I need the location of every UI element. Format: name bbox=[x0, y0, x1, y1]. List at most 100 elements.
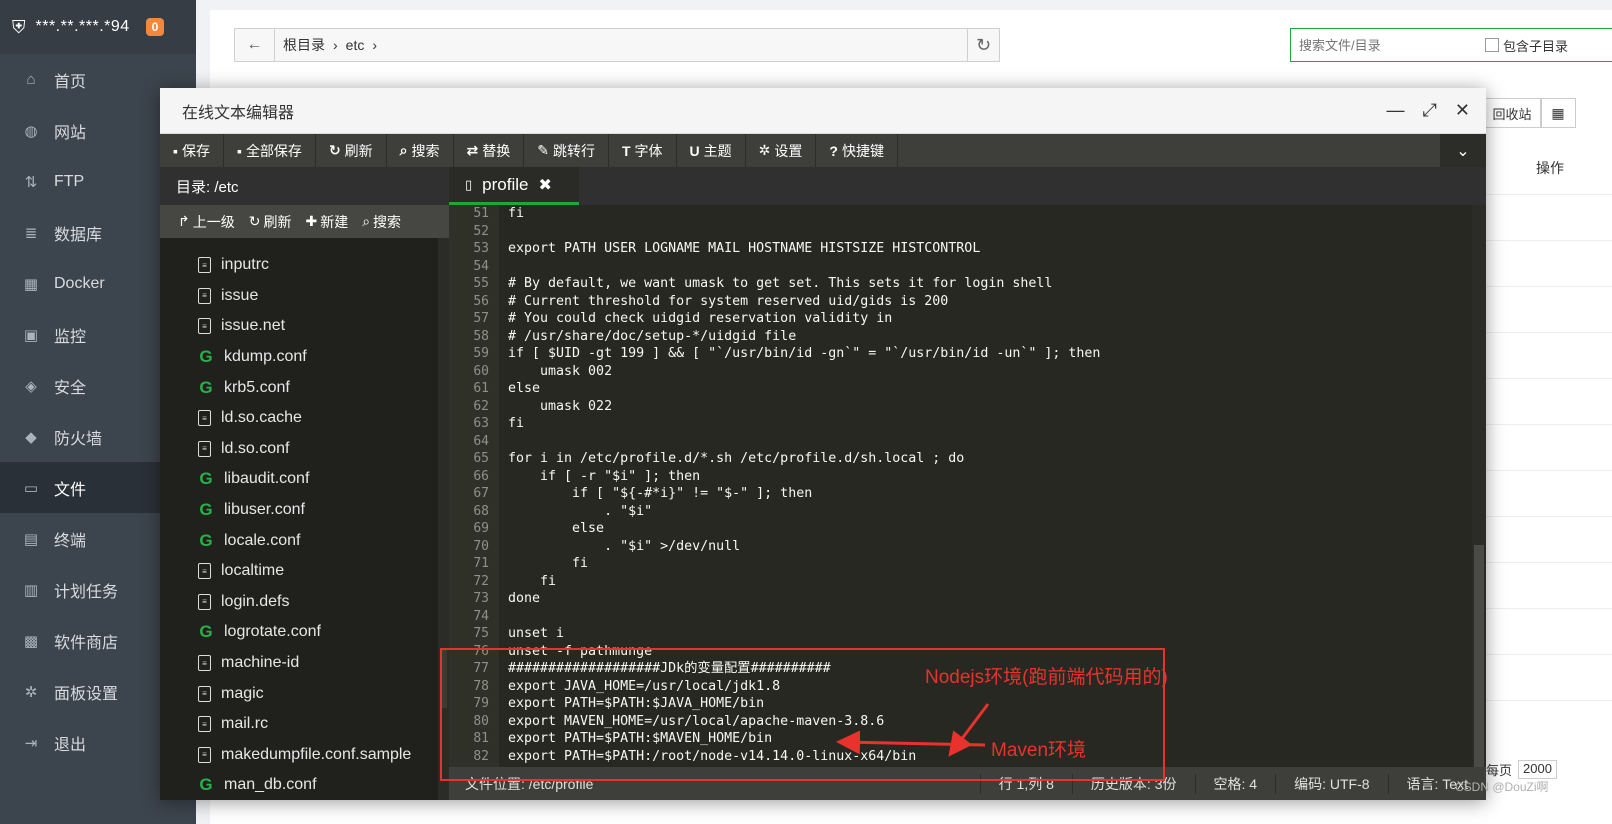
toolbar-button-1[interactable]: ▪ 全部保存 bbox=[224, 134, 316, 167]
apps-icon: ▩ bbox=[23, 632, 39, 650]
file-name: mail.rc bbox=[221, 715, 269, 733]
table-row bbox=[1486, 424, 1612, 425]
file-name: ld.so.conf bbox=[221, 439, 290, 457]
file-item[interactable]: ≡ issue bbox=[160, 281, 438, 312]
code-line: export PATH USER LOGNAME MAIL HOSTNAME H… bbox=[508, 241, 981, 256]
font-icon: T bbox=[621, 142, 631, 159]
code-line: # Current threshold for system reserved … bbox=[508, 293, 949, 309]
toolbar-button-0[interactable]: ▪ 保存 bbox=[160, 134, 224, 167]
document-icon: ≡ bbox=[198, 257, 211, 274]
config-file-icon: G bbox=[199, 530, 213, 550]
table-row bbox=[1486, 608, 1612, 609]
line-number: 68 bbox=[473, 503, 489, 519]
notification-badge[interactable]: 0 bbox=[145, 18, 165, 36]
annotation-nodejs-label: Nodejs环境(跑前端代码用的) bbox=[925, 667, 1168, 688]
close-icon[interactable]: ✕ bbox=[1455, 100, 1470, 121]
toolbar-button-6[interactable]: T 字体 bbox=[609, 134, 677, 167]
file-item[interactable]: Gman_db.conf bbox=[160, 770, 438, 800]
file-item[interactable]: ≡ inputrc bbox=[160, 250, 438, 281]
toolbar-button-4[interactable]: ⇄ 替换 bbox=[454, 134, 525, 167]
config-file-icon: G bbox=[199, 622, 213, 642]
path-refresh-button[interactable]: ↻ bbox=[967, 29, 999, 61]
dir-action-label: 上一级 bbox=[192, 213, 235, 230]
file-item[interactable]: Gkdump.conf bbox=[160, 342, 438, 373]
file-name: login.defs bbox=[221, 592, 290, 610]
config-file-icon: G bbox=[199, 775, 213, 795]
chevron-right-icon: › bbox=[372, 37, 378, 53]
line-number: 71 bbox=[473, 556, 489, 571]
tab-profile[interactable]: ▯ profile ✖ bbox=[449, 167, 579, 205]
annotation-arrows bbox=[836, 703, 990, 757]
toolbar-button-8[interactable]: ✲ 设置 bbox=[746, 134, 817, 167]
back-button[interactable]: ← bbox=[235, 29, 275, 61]
up-level-icon: ↱ bbox=[178, 213, 190, 229]
file-item[interactable]: ≡ login.defs bbox=[160, 587, 438, 618]
file-item[interactable]: ≡ magic bbox=[160, 678, 438, 709]
code-line: . "$i" >/dev/null bbox=[508, 538, 741, 554]
toolbar-button-2[interactable]: ↻ 刷新 bbox=[316, 134, 387, 167]
toolbar-button-5[interactable]: ✎ 跳转行 bbox=[524, 134, 609, 167]
toolbar-button-7[interactable]: U 主题 bbox=[677, 134, 746, 167]
folder-icon: ▭ bbox=[23, 479, 39, 497]
file-item[interactable]: ≡ ld.so.cache bbox=[160, 403, 438, 434]
line-number: 67 bbox=[473, 486, 489, 501]
save-icon: ▪ bbox=[173, 142, 178, 159]
grid-view-button[interactable]: ▦ bbox=[1540, 98, 1576, 128]
file-item[interactable]: Glibuser.conf bbox=[160, 495, 438, 526]
indent-spaces[interactable]: 空格: 4 bbox=[1194, 773, 1276, 794]
file-item[interactable]: ≡ ld.so.conf bbox=[160, 434, 438, 465]
file-name: issue bbox=[221, 286, 259, 304]
include-subdir-checkbox[interactable]: 包含子目录 bbox=[1485, 36, 1568, 55]
breadcrumb-etc[interactable]: etc bbox=[346, 37, 365, 53]
dir-action-2[interactable]: ✚ 新建 bbox=[305, 212, 348, 232]
terminal-icon: ▤ bbox=[23, 530, 39, 548]
dir-action-1[interactable]: ↻ 刷新 bbox=[249, 212, 292, 232]
file-item[interactable]: ≡ issue.net bbox=[160, 311, 438, 342]
tab-close-icon[interactable]: ✖ bbox=[538, 175, 551, 195]
line-number: 74 bbox=[473, 608, 489, 624]
file-search-input[interactable] bbox=[1299, 37, 1479, 53]
file-item[interactable]: Glibaudit.conf bbox=[160, 464, 438, 495]
toolbar-collapse-button[interactable]: ⌄ bbox=[1440, 134, 1486, 167]
document-icon: ≡ bbox=[198, 655, 211, 672]
breadcrumb-root[interactable]: 根目录 bbox=[283, 35, 325, 55]
toolbar-button-3[interactable]: ⌕ 搜索 bbox=[387, 134, 454, 167]
file-item[interactable]: ≡ machine-id bbox=[160, 648, 438, 679]
sidebar-item-label: 计划任务 bbox=[54, 583, 119, 601]
toolbar-button-label: 字体 bbox=[634, 142, 663, 159]
code-line: # By default, we want umask to get set. … bbox=[508, 276, 1053, 291]
save-all-icon: ▪ bbox=[236, 142, 242, 159]
sidebar-item-label: 文件 bbox=[54, 481, 87, 499]
code-scrollbar[interactable] bbox=[1472, 205, 1486, 767]
recycle-bin-button[interactable]: 回收站 bbox=[1482, 98, 1542, 128]
dir-action-3[interactable]: ⌕ 搜索 bbox=[362, 212, 401, 232]
file-item[interactable]: Glocale.conf bbox=[160, 525, 438, 556]
scrollbar-thumb[interactable] bbox=[1474, 545, 1484, 767]
sidebar-item-label: 终端 bbox=[54, 532, 87, 550]
toolbar-button-label: 替换 bbox=[482, 142, 511, 159]
plus-icon: ✚ bbox=[305, 213, 318, 229]
maximize-icon[interactable]: ⤢ bbox=[1423, 100, 1437, 121]
logo-icon: ⛨ bbox=[12, 16, 26, 37]
file-item[interactable]: ≡ makedumpfile.conf.sample bbox=[160, 740, 438, 771]
tab-label: profile bbox=[482, 174, 529, 194]
file-item[interactable]: ≡ localtime bbox=[160, 556, 438, 587]
minimize-icon[interactable]: — bbox=[1387, 100, 1405, 121]
file-item[interactable]: Gkrb5.conf bbox=[160, 372, 438, 403]
shield-icon: ◈ bbox=[25, 377, 37, 395]
toolbar-button-9[interactable]: ? 快捷键 bbox=[816, 134, 898, 167]
refresh-icon: ↻ bbox=[328, 142, 341, 158]
document-icon: ≡ bbox=[198, 685, 211, 702]
arrow-to-maven-line bbox=[836, 730, 986, 755]
sidebar-item-label: 防火墙 bbox=[54, 430, 103, 448]
per-page-select[interactable]: 2000 bbox=[1518, 760, 1557, 779]
file-encoding[interactable]: 编码: UTF-8 bbox=[1275, 773, 1387, 794]
file-name: krb5.conf bbox=[224, 378, 290, 396]
toolbar-button-label: 刷新 bbox=[344, 142, 373, 159]
dir-action-0[interactable]: ↱ 上一级 bbox=[178, 212, 235, 232]
file-item[interactable]: Glogrotate.conf bbox=[160, 617, 438, 648]
search-icon: ⌕ bbox=[362, 213, 371, 229]
line-number: 60 bbox=[473, 363, 489, 379]
file-item[interactable]: ≡ mail.rc bbox=[160, 709, 438, 740]
directory-panel: 目录: /etc ↱ 上一级 ↻ 刷新 ✚ 新建 ⌕ 搜索 ≡ inputrc ≡ issue ≡ is… bbox=[160, 167, 449, 800]
